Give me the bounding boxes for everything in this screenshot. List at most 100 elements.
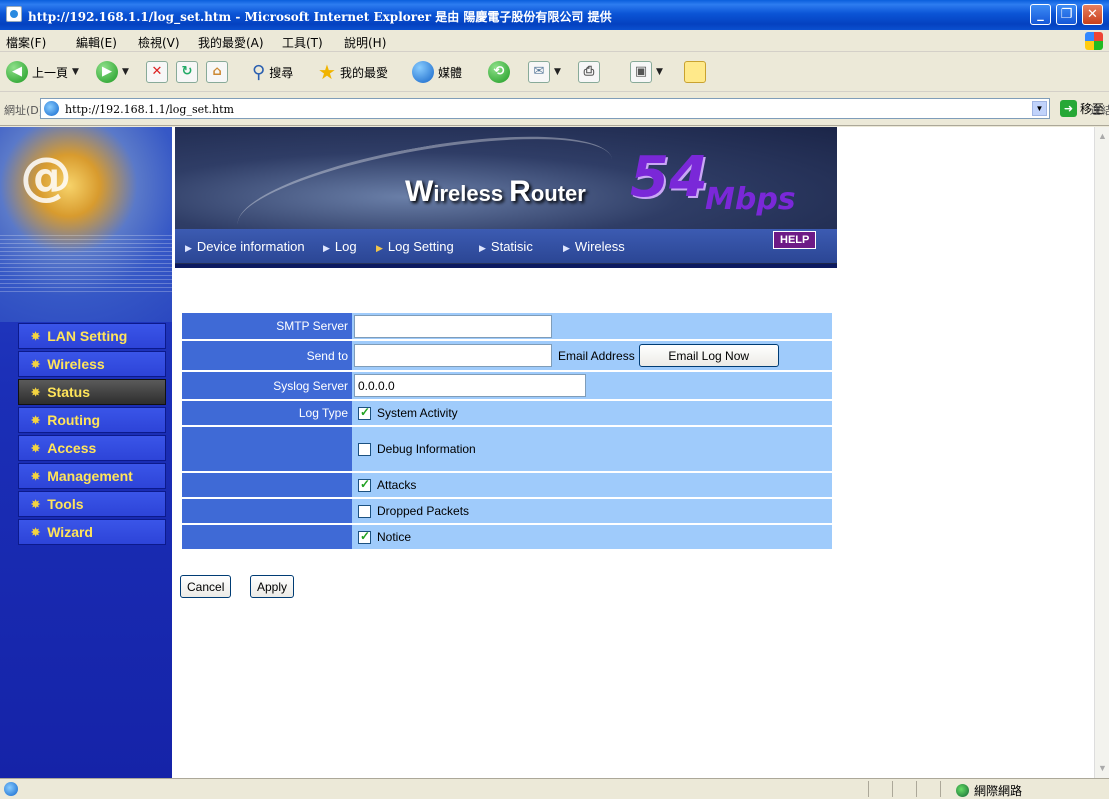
sidebar-item-wizard[interactable]: ✸ Wizard bbox=[18, 519, 166, 545]
sidebar-item-routing[interactable]: ✸ Routing bbox=[18, 407, 166, 433]
media-icon bbox=[412, 61, 434, 83]
email-log-now-button[interactable]: Email Log Now bbox=[638, 344, 779, 367]
star-bullet-icon: ✸ bbox=[31, 330, 41, 343]
status-separator bbox=[940, 781, 941, 797]
edit-dropdown-icon[interactable]: ▼ bbox=[656, 67, 663, 77]
home-icon: ⌂ bbox=[206, 61, 228, 83]
history-button[interactable]: ⟲ bbox=[488, 60, 510, 84]
edit-icon: ▣ bbox=[630, 61, 652, 83]
smtp-server-input[interactable] bbox=[354, 314, 552, 338]
smtp-label: SMTP Server bbox=[182, 313, 352, 339]
sidebar-item-lan-setting[interactable]: ✸ LAN Setting bbox=[18, 323, 166, 349]
banner-speed: 54 bbox=[630, 145, 708, 210]
system-activity-label: System Activity bbox=[377, 406, 458, 420]
back-dropdown-icon[interactable]: ▼ bbox=[72, 67, 79, 77]
forward-dropdown-icon[interactable]: ▼ bbox=[122, 67, 129, 77]
cancel-button[interactable]: Cancel bbox=[180, 575, 232, 598]
banner-title: Wireless Router bbox=[405, 175, 586, 208]
sidebar-item-management[interactable]: ✸ Management bbox=[18, 463, 166, 489]
minimize-button[interactable]: _ bbox=[1030, 4, 1051, 25]
banner-unit: Mbps bbox=[705, 182, 796, 217]
status-separator bbox=[892, 781, 893, 797]
forward-arrow-icon: ▶ bbox=[96, 61, 118, 83]
menu-tools[interactable]: 工具(T) bbox=[282, 34, 323, 51]
send-to-input[interactable] bbox=[354, 344, 552, 367]
logtype-label: Log Type bbox=[182, 401, 352, 425]
stop-button[interactable]: ✕ bbox=[146, 60, 168, 84]
menu-favorites[interactable]: 我的最愛(A) bbox=[198, 34, 264, 51]
tab-wireless[interactable]: ▶ Wireless bbox=[563, 239, 625, 254]
sidebar-item-label: Access bbox=[47, 440, 97, 456]
sidebar-item-access[interactable]: ✸ Access bbox=[18, 435, 166, 461]
star-bullet-icon: ✸ bbox=[31, 498, 41, 511]
edit-button[interactable]: ▣ ▼ bbox=[630, 60, 663, 84]
status-separator bbox=[868, 781, 869, 797]
mail-icon: ✉ bbox=[528, 61, 550, 83]
syslog-row: Syslog Server bbox=[182, 372, 832, 399]
sidebar-item-wireless[interactable]: ✸ Wireless bbox=[18, 351, 166, 377]
address-dropdown-icon[interactable]: ▼ bbox=[1032, 101, 1047, 116]
scroll-down-icon[interactable]: ▼ bbox=[1095, 761, 1109, 776]
debug-information-checkbox[interactable] bbox=[358, 442, 371, 456]
apply-button[interactable]: Apply bbox=[250, 575, 295, 598]
dropped-packets-checkbox[interactable] bbox=[358, 504, 371, 518]
sidebar-item-tools[interactable]: ✸ Tools bbox=[18, 491, 166, 517]
scroll-up-icon[interactable]: ▲ bbox=[1095, 129, 1109, 144]
search-icon: ⚲ bbox=[252, 61, 266, 83]
notice-checkbox[interactable] bbox=[358, 529, 371, 544]
print-button[interactable]: ⎙ bbox=[578, 60, 600, 84]
links-label[interactable]: 連結 » bbox=[1090, 102, 1109, 118]
vertical-scrollbar[interactable]: ▲ ▼ bbox=[1094, 127, 1109, 778]
security-zone: 網際網路 bbox=[956, 782, 1022, 799]
back-label: 上一頁 bbox=[32, 65, 69, 80]
banner-underline bbox=[175, 264, 837, 268]
forward-button[interactable]: ▶ ▼ bbox=[96, 60, 129, 84]
sidebar-item-label: Wireless bbox=[47, 356, 105, 372]
triangle-bullet-icon: ▶ bbox=[563, 243, 570, 253]
go-arrow-icon: ➜ bbox=[1060, 100, 1077, 117]
note-icon bbox=[684, 61, 706, 83]
menu-view[interactable]: 檢視(V) bbox=[138, 34, 180, 51]
sidebar-item-status[interactable]: ✸ Status bbox=[18, 379, 166, 405]
favorites-button[interactable]: ★ 我的最愛 bbox=[318, 60, 388, 84]
router-banner: Wireless Router 54 Mbps ▶ Device informat… bbox=[175, 127, 837, 267]
help-button[interactable]: HELP bbox=[773, 231, 817, 249]
star-bullet-icon: ✸ bbox=[31, 526, 41, 539]
search-button[interactable]: ⚲ 搜尋 bbox=[252, 60, 293, 84]
sidebar-item-label: Wizard bbox=[47, 524, 93, 540]
dropped-packets-label: Dropped Packets bbox=[377, 504, 470, 518]
attacks-checkbox[interactable] bbox=[358, 477, 371, 492]
refresh-button[interactable]: ↻ bbox=[176, 60, 198, 84]
syslog-server-input[interactable] bbox=[354, 374, 586, 397]
decorative-lines bbox=[0, 232, 172, 292]
status-bar: 網際網路 bbox=[0, 778, 1109, 799]
history-icon: ⟲ bbox=[488, 61, 510, 83]
close-button[interactable]: ✕ bbox=[1082, 4, 1103, 25]
logtype-row-dropped: Dropped Packets bbox=[182, 499, 832, 523]
mail-button[interactable]: ✉ ▼ bbox=[528, 60, 561, 84]
search-label: 搜尋 bbox=[269, 65, 294, 80]
sidebar-item-label: LAN Setting bbox=[47, 328, 128, 344]
menu-edit[interactable]: 編輯(E) bbox=[76, 34, 117, 51]
mail-dropdown-icon[interactable]: ▼ bbox=[554, 67, 561, 77]
print-icon: ⎙ bbox=[578, 61, 600, 83]
menu-help[interactable]: 說明(H) bbox=[344, 34, 386, 51]
address-input[interactable]: http://192.168.1.1/log_set.htm ▼ bbox=[40, 98, 1050, 119]
logtype-row-system-activity: Log Type System Activity bbox=[182, 401, 832, 425]
menu-file[interactable]: 檔案(F) bbox=[6, 34, 46, 51]
system-activity-checkbox[interactable] bbox=[358, 405, 371, 420]
tab-log-setting[interactable]: ▶ Log Setting bbox=[376, 239, 454, 254]
favorites-star-icon: ★ bbox=[318, 60, 336, 84]
star-bullet-icon: ✸ bbox=[31, 442, 41, 455]
tab-device-information[interactable]: ▶ Device information bbox=[185, 239, 305, 254]
messenger-button[interactable] bbox=[684, 60, 706, 84]
media-button[interactable]: 媒體 bbox=[412, 60, 462, 84]
home-button[interactable]: ⌂ bbox=[206, 60, 228, 84]
internet-globe-icon bbox=[956, 784, 969, 797]
page-icon bbox=[44, 101, 59, 116]
back-button[interactable]: ◀ 上一頁 ▼ bbox=[6, 60, 79, 84]
restore-button[interactable]: ❐ bbox=[1056, 4, 1077, 25]
tab-log[interactable]: ▶ Log bbox=[323, 239, 357, 254]
tab-statisic[interactable]: ▶ Statisic bbox=[479, 239, 533, 254]
ie-window-icon bbox=[6, 6, 22, 22]
